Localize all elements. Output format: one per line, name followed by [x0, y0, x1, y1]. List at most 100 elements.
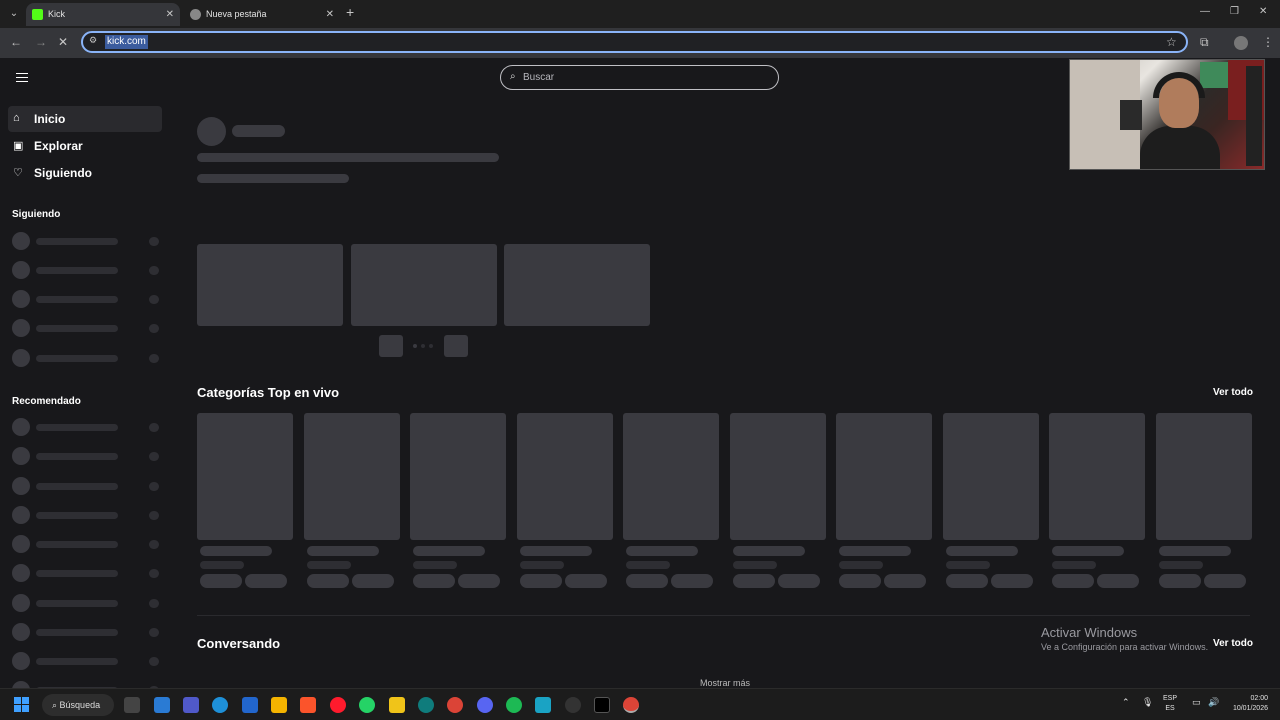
obs-icon[interactable] [565, 697, 581, 713]
start-button-icon[interactable] [14, 697, 29, 712]
nav-inicio[interactable]: ⌂ Inicio [8, 106, 162, 132]
skeleton-carousel-card [504, 244, 650, 326]
skeleton-category-thumbnail [304, 413, 400, 540]
app-icon[interactable] [535, 697, 551, 713]
skeleton-text [413, 561, 457, 569]
extensions-icon[interactable]: ⧉ [1200, 35, 1209, 50]
tab-title: Nueva pestaña [206, 9, 267, 19]
bookmark-star-icon[interactable]: ☆ [1166, 35, 1177, 49]
section-divider [197, 615, 1250, 616]
skeleton-channel-row [12, 623, 162, 641]
new-tab-button[interactable]: + [346, 4, 354, 20]
terminal-icon[interactable] [594, 697, 610, 713]
minimize-icon[interactable]: — [1200, 6, 1210, 17]
skeleton-channel-row [12, 447, 162, 465]
opera-icon[interactable] [330, 697, 346, 713]
skeleton-channel-row [12, 232, 162, 250]
skeleton-channel-row [12, 681, 162, 688]
file-explorer-icon[interactable] [389, 697, 405, 713]
skeleton-tag [1097, 574, 1139, 588]
carousel-dot[interactable] [429, 344, 433, 348]
carousel-dot[interactable] [421, 344, 425, 348]
skeleton-text [1159, 561, 1203, 569]
see-all-conversing-link[interactable]: Ver todo [1213, 638, 1253, 649]
skeleton-channel-row [12, 564, 162, 582]
chrome-icon[interactable] [447, 697, 463, 713]
forward-icon[interactable]: → [35, 35, 47, 49]
teams-icon[interactable] [183, 697, 199, 713]
clock[interactable]: 02:00 10/01/2026 [1228, 694, 1268, 714]
activation-subtitle: Ve a Configuración para activar Windows. [1041, 642, 1209, 652]
taskbar-search[interactable]: ⌕ Búsqueda [42, 694, 114, 716]
menu-kebab-icon[interactable]: ⋮ [1262, 35, 1274, 49]
skeleton-channel-row [12, 290, 162, 308]
search-input[interactable]: ⌕ Buscar [500, 65, 779, 90]
nav-explorar[interactable]: ▣ Explorar [8, 133, 162, 159]
skeleton-category-thumbnail [730, 413, 826, 540]
whatsapp-icon[interactable] [359, 697, 375, 713]
skeleton-tag [245, 574, 287, 588]
skeleton-tag [991, 574, 1033, 588]
skeleton-channel-row [12, 506, 162, 524]
hamburger-menu-icon[interactable] [16, 73, 28, 82]
browser-tab-bar: ⌄ Kick ✕ Nueva pestaña ✕ + — ❐ ✕ [0, 0, 1280, 28]
tab-close-icon[interactable]: ✕ [326, 3, 334, 26]
skeleton-text [520, 561, 564, 569]
skeleton-category-thumbnail [410, 413, 506, 540]
drive-icon[interactable] [271, 697, 287, 713]
skeleton-text [197, 153, 499, 162]
back-icon[interactable]: ← [10, 35, 22, 49]
language-indicator[interactable]: ESP ES [1163, 694, 1177, 714]
carousel-dot[interactable] [413, 344, 417, 348]
home-icon: ⌂ [13, 112, 20, 124]
see-all-categories-link[interactable]: Ver todo [1213, 387, 1253, 398]
network-icon[interactable]: ▭ [1192, 697, 1201, 708]
skeleton-carousel-card [351, 244, 497, 326]
discord-icon[interactable] [477, 697, 493, 713]
skeleton-text [1052, 561, 1096, 569]
skeleton-channel-row [12, 261, 162, 279]
edge-icon[interactable] [212, 697, 228, 713]
skeleton-text [232, 125, 285, 137]
stop-loading-icon[interactable]: ✕ [58, 35, 68, 49]
tab-search-button[interactable]: ⌄ [6, 6, 22, 22]
carousel-next-button[interactable] [444, 335, 468, 357]
carousel-prev-button[interactable] [379, 335, 403, 357]
skeleton-channel-row [12, 652, 162, 670]
activation-title: Activar Windows [1041, 625, 1138, 640]
volume-icon[interactable]: 🔊 [1208, 697, 1219, 708]
app-icon[interactable] [418, 697, 434, 713]
address-bar[interactable]: ⚙ kick.com [81, 31, 1188, 53]
spotify-icon[interactable] [506, 697, 522, 713]
nav-siguiendo[interactable]: ♡ Siguiendo [8, 160, 162, 186]
brave-icon[interactable] [300, 697, 316, 713]
tab-kick[interactable]: Kick ✕ [26, 3, 180, 26]
show-more-button[interactable]: Mostrar más [700, 678, 750, 688]
following-section-title: Siguiendo [12, 209, 61, 220]
skeleton-tag [520, 574, 562, 588]
restore-icon[interactable]: ❐ [1230, 6, 1239, 17]
skeleton-carousel-card [197, 244, 343, 326]
skeleton-category-thumbnail [836, 413, 932, 540]
store-icon[interactable] [242, 697, 258, 713]
address-text[interactable]: kick.com [105, 35, 148, 49]
skeleton-text [733, 561, 777, 569]
microphone-icon[interactable]: 🎙 [1142, 697, 1153, 708]
heart-icon: ♡ [13, 167, 23, 179]
skeleton-text [1052, 546, 1124, 556]
skeleton-text [197, 174, 349, 183]
skeleton-tag [1204, 574, 1246, 588]
skeleton-text [626, 546, 698, 556]
skeleton-tag [946, 574, 988, 588]
nav-label: Siguiendo [34, 166, 92, 180]
tab-new-tab[interactable]: Nueva pestaña ✕ [184, 3, 340, 26]
tray-overflow-icon[interactable]: ⌃ [1122, 697, 1130, 708]
close-window-icon[interactable]: ✕ [1259, 6, 1267, 17]
widgets-icon[interactable] [154, 697, 170, 713]
skeleton-channel-row [12, 349, 162, 367]
site-info-icon[interactable]: ⚙ [89, 35, 97, 46]
tab-close-icon[interactable]: ✕ [166, 3, 174, 26]
profile-avatar-icon[interactable] [1234, 36, 1248, 50]
task-view-icon[interactable] [124, 697, 140, 713]
chrome-active-icon[interactable] [623, 697, 639, 713]
